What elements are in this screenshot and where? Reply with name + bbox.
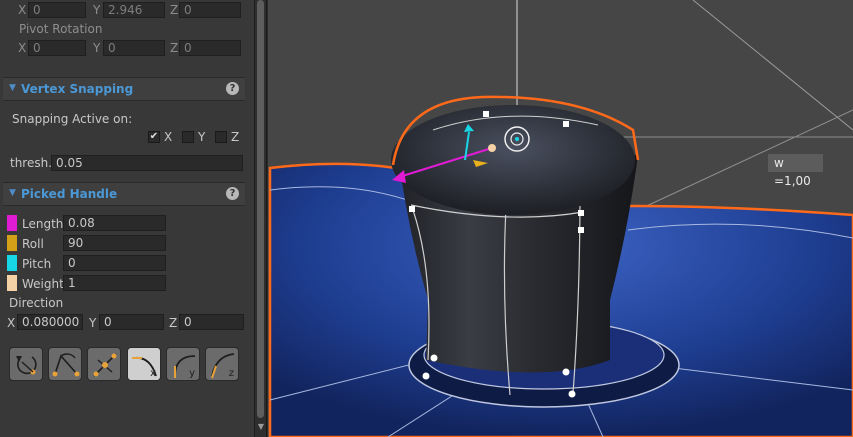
pivot-y-field[interactable]: 2.946 <box>103 2 165 18</box>
curve-z-button[interactable]: z <box>205 347 239 381</box>
handle-weight-readout: w =1,00 <box>768 154 823 188</box>
axis-label: y <box>189 368 195 379</box>
thresh-field[interactable]: 0.05 <box>51 155 243 171</box>
length-label: Length <box>22 217 64 231</box>
direction-y-label: Y <box>89 316 97 330</box>
weight-label: Weight <box>22 277 64 291</box>
direction-z-label: Z <box>169 316 178 330</box>
rotate-handle-button[interactable] <box>9 347 43 381</box>
weight-color-swatch <box>7 275 17 291</box>
inspector-panel: X 0 Y 2.946 Z 0 Pivot Rotation X 0 Y 0 Z… <box>0 0 255 437</box>
expand-triangle-icon: ▼ <box>9 188 16 198</box>
scroll-thumb[interactable] <box>257 0 264 418</box>
rotation-y-field[interactable]: 0 <box>103 40 165 56</box>
pitch-label: Pitch <box>22 257 52 271</box>
direction-y-field[interactable]: 0 <box>99 314 164 330</box>
direction-x-label: X <box>7 316 16 330</box>
snap-x-label: X <box>164 130 173 144</box>
length-color-swatch <box>7 215 17 231</box>
inspector-scrollbar[interactable]: ▼ <box>255 0 267 437</box>
split-handle-button[interactable] <box>87 347 121 381</box>
split-handle-icon <box>93 353 117 377</box>
thresh-label: thresh. <box>10 156 53 170</box>
direction-label: Direction <box>9 296 64 310</box>
pitch-field[interactable]: 0 <box>63 255 166 271</box>
curve-y-icon <box>174 355 196 378</box>
rotation-z-field[interactable]: 0 <box>179 40 241 56</box>
pivot-z-field[interactable]: 0 <box>179 2 241 18</box>
picked-handle-title: Picked Handle <box>21 187 118 201</box>
length-field[interactable]: 0.08 <box>63 215 166 231</box>
rotation-x-label: X <box>18 41 27 55</box>
curve-x-button[interactable]: x <box>127 347 161 381</box>
scene-render <box>268 0 853 437</box>
axis-label: z <box>228 368 234 379</box>
help-icon[interactable]: ? <box>226 187 239 200</box>
curve-z-icon <box>211 353 235 379</box>
pivot-y-label: Y <box>93 3 101 17</box>
axis-label: x <box>150 368 156 379</box>
scene-viewport[interactable]: w =1,00 <box>268 0 853 437</box>
pivot-x-label: X <box>18 3 27 17</box>
snap-x-checkbox[interactable]: ✔ <box>148 131 160 143</box>
pitch-color-swatch <box>7 255 17 271</box>
weight-field[interactable]: 1 <box>63 275 166 291</box>
expand-triangle-icon: ▼ <box>9 83 16 93</box>
snap-z-checkbox[interactable] <box>215 131 227 143</box>
vertex-snapping-title: Vertex Snapping <box>21 82 134 96</box>
direction-x-field[interactable]: 0.080000 <box>17 314 83 330</box>
snapping-active-label: Snapping Active on: <box>12 112 133 126</box>
pivot-x-field[interactable]: 0 <box>28 2 86 18</box>
vertex-snapping-header[interactable]: ▼ Vertex Snapping ? <box>3 77 245 101</box>
pivot-z-label: Z <box>170 3 179 17</box>
snap-y-checkbox[interactable] <box>182 131 194 143</box>
roll-field[interactable]: 90 <box>63 235 166 251</box>
rotation-z-label: Z <box>170 41 179 55</box>
roll-color-swatch <box>7 235 17 251</box>
direction-z-field[interactable]: 0 <box>179 314 244 330</box>
help-icon[interactable]: ? <box>226 82 239 95</box>
roll-label: Roll <box>22 237 44 251</box>
picked-handle-header[interactable]: ▼ Picked Handle ? <box>3 182 245 206</box>
curve-y-button[interactable]: y <box>166 347 200 381</box>
snap-z-label: Z <box>231 130 240 144</box>
mirror-handle-icon <box>52 353 80 377</box>
rotation-y-label: Y <box>93 41 101 55</box>
rotation-x-field[interactable]: 0 <box>28 40 86 56</box>
pivot-rotation-label: Pivot Rotation <box>19 22 103 36</box>
snap-y-label: Y <box>198 130 206 144</box>
rotate-handle-icon <box>16 356 37 375</box>
mirror-handle-button[interactable] <box>48 347 82 381</box>
curve-x-icon <box>132 356 157 377</box>
scroll-down-arrow-icon[interactable]: ▼ <box>256 421 266 433</box>
